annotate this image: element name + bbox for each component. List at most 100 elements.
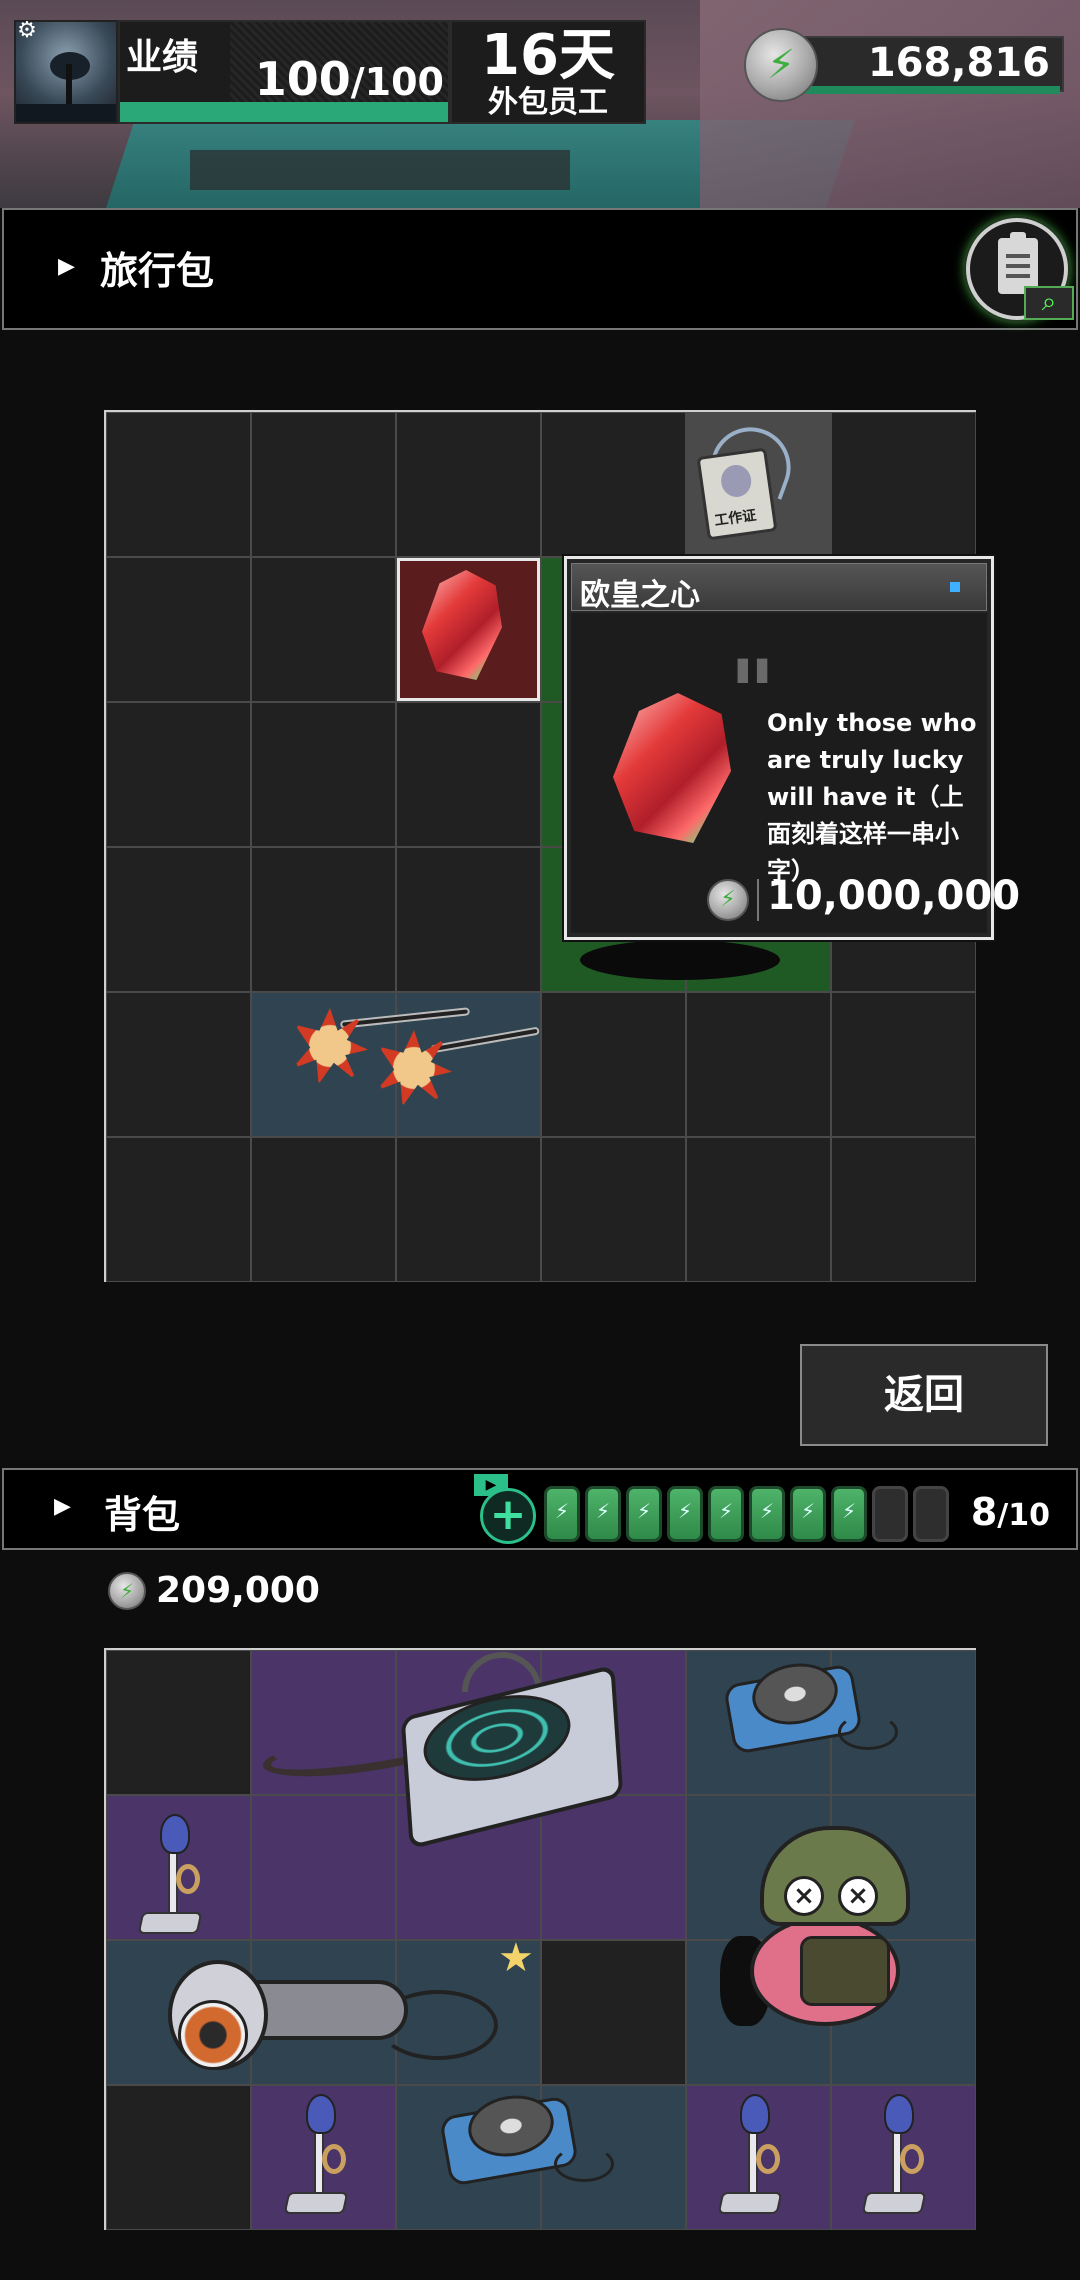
trophy-item[interactable] [717, 2094, 790, 2214]
expand-triangle-icon[interactable]: ▶ [58, 254, 75, 279]
grid-cell[interactable] [541, 1940, 686, 2085]
grid-cell[interactable] [686, 1137, 831, 1282]
travel-bag-title: 旅行包 [100, 249, 215, 293]
performance-max: /100 [350, 60, 444, 104]
scene-shadow [190, 150, 570, 190]
glasses-arm [430, 1026, 540, 1054]
sun-icon [376, 1030, 452, 1106]
earphone-cable [838, 1714, 898, 1750]
battery-full-icon [585, 1486, 621, 1542]
grid-cell[interactable] [541, 992, 686, 1137]
grid-cell[interactable] [686, 992, 831, 1137]
back-button-label: 返回 [884, 1372, 964, 1418]
money-amount: 209,000 [156, 1570, 320, 1611]
grid-cell[interactable] [106, 2085, 251, 2230]
grid-cell[interactable] [106, 557, 251, 702]
travel-bag-header: ▶ 旅行包 ⌕ [2, 208, 1078, 330]
tooltip-title: 欧皇之心 [580, 578, 700, 613]
battery-count: 8/10 [971, 1490, 1050, 1534]
frog-eye: × [784, 1876, 824, 1916]
trophy-item[interactable] [283, 2094, 356, 2214]
grid-cell[interactable] [106, 1650, 251, 1795]
trophy-base [861, 2192, 927, 2214]
trophy-icon [160, 1814, 190, 1854]
hair-dryer-item[interactable] [168, 1950, 508, 2090]
item-tooltip: 欧皇之心 " Only those who are truly lucky wi… [564, 556, 1020, 940]
battery-full-icon [831, 1486, 867, 1542]
grid-cell[interactable] [831, 992, 976, 1137]
grid-cell[interactable] [541, 412, 686, 557]
grid-cell[interactable] [831, 412, 976, 557]
battery-full-icon [667, 1486, 703, 1542]
grid-cell[interactable] [251, 1137, 396, 1282]
grid-cell[interactable] [251, 557, 396, 702]
battery-row [544, 1486, 949, 1542]
grid-cell[interactable] [396, 1137, 541, 1282]
backpack-title: 背包 [104, 1493, 181, 1537]
divider [757, 879, 759, 921]
grid-cell[interactable] [831, 1137, 976, 1282]
grid-cell[interactable] [251, 412, 396, 557]
battery-empty-icon [872, 1486, 908, 1542]
cd-player-item[interactable] [722, 1656, 898, 1755]
trophy-item[interactable] [137, 1814, 210, 1934]
employee-role: 外包员工 [488, 85, 608, 120]
tooltip-description: Only those who are truly lucky will have… [767, 709, 977, 885]
trophy-icon [884, 2094, 914, 2134]
battery-max: /10 [997, 1498, 1050, 1533]
coin-total: 168,816 [867, 40, 1050, 86]
frog-icon [760, 1826, 910, 1926]
battery-full-icon [626, 1486, 662, 1542]
gear-icon[interactable]: ⚙ [16, 20, 38, 42]
grid-cell[interactable] [106, 412, 251, 557]
day-count: 16天 [481, 23, 615, 88]
backpack-header: ▶ 背包 ▶ + 8/10 [2, 1468, 1078, 1550]
battery-full-icon [708, 1486, 744, 1542]
grid-cell[interactable] [106, 1137, 251, 1282]
performance-bar [120, 102, 448, 122]
coin-bar-accent [804, 86, 1060, 94]
grid-cell[interactable] [251, 847, 396, 992]
trophy-ring [756, 2144, 780, 2174]
add-battery-button[interactable]: + [480, 1488, 536, 1544]
performance-value: 100/100 [255, 52, 444, 106]
grid-cell[interactable] [106, 992, 251, 1137]
dark-creature-icon [580, 940, 780, 980]
battery-full-icon [544, 1486, 580, 1542]
id-card-icon [696, 447, 778, 541]
radar-device-item[interactable] [260, 1652, 682, 1882]
expand-triangle-icon[interactable]: ▶ [54, 1494, 71, 1519]
grid-cell[interactable] [396, 412, 541, 557]
grid-cell[interactable] [396, 702, 541, 847]
trophy-item[interactable] [861, 2094, 934, 2214]
inspect-manifest-button[interactable]: ⌕ [966, 218, 1074, 320]
trophy-ring [322, 2144, 346, 2174]
coin-icon [108, 1572, 146, 1610]
tooltip-title-bar: 欧皇之心 [571, 563, 987, 613]
frog-soldier-item[interactable]: × × [720, 1826, 950, 2066]
sun-sunglasses-item[interactable] [280, 996, 540, 1136]
grid-cell[interactable] [106, 847, 251, 992]
day-panel: 16天 外包员工 [450, 20, 646, 124]
grid-cell[interactable] [541, 1137, 686, 1282]
performance-current: 100 [254, 52, 351, 106]
work-id-badge-item[interactable] [688, 416, 828, 558]
coin-panel: 168,816 [744, 28, 1064, 102]
performance-panel: 业绩 100/100 [118, 20, 450, 124]
grid-cell[interactable] [251, 702, 396, 847]
search-icon: ⌕ [1024, 286, 1074, 320]
trophy-ring [900, 2144, 924, 2174]
dryer-barrel [248, 1980, 408, 2040]
dryer-lens [178, 2000, 248, 2070]
lucky-heart-gem-item[interactable] [414, 566, 514, 686]
cd-player-item[interactable] [438, 2088, 614, 2187]
back-button[interactable]: 返回 [800, 1344, 1048, 1446]
coin-icon [744, 28, 818, 102]
battery-current: 8 [970, 1490, 998, 1534]
battery-full-icon [749, 1486, 785, 1542]
grid-cell[interactable] [396, 847, 541, 992]
trophy-icon [740, 2094, 770, 2134]
battery-empty-icon [913, 1486, 949, 1542]
grid-cell[interactable] [106, 702, 251, 847]
frog-eye: × [838, 1876, 878, 1916]
